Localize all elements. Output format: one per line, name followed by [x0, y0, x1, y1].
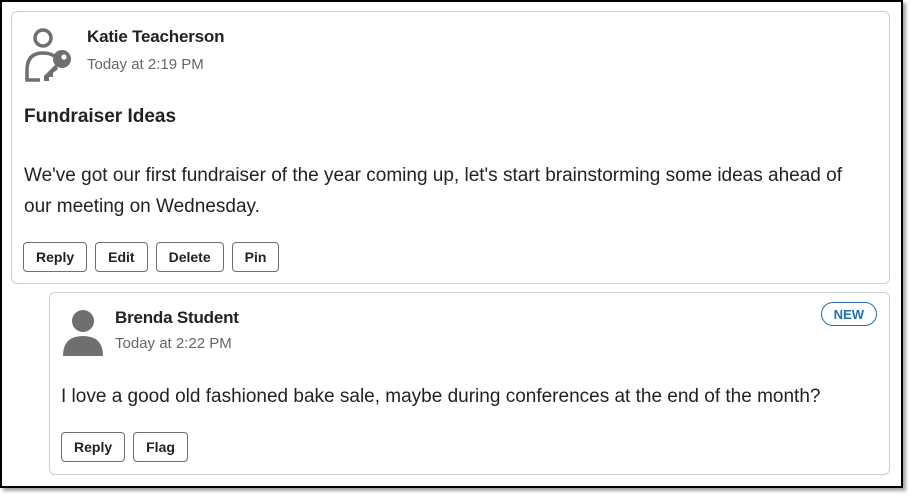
flag-button[interactable]: Flag [133, 432, 188, 462]
person-icon [62, 309, 104, 362]
pin-button[interactable]: Pin [231, 242, 280, 272]
new-badge: NEW [820, 302, 877, 326]
reply-button[interactable]: Reply [23, 242, 88, 272]
reply-to-reply-button[interactable]: Reply [61, 432, 126, 462]
parent-post-card: Katie Teacherson Today at 2:19 PM Fundra… [11, 11, 890, 284]
reply-actions: Reply Flag [61, 432, 188, 462]
post-timestamp: Today at 2:19 PM [87, 56, 204, 73]
reply-timestamp: Today at 2:22 PM [115, 335, 232, 352]
person-key-icon [24, 26, 76, 87]
reply-author: Brenda Student [115, 308, 239, 327]
post-author: Katie Teacherson [87, 27, 225, 46]
edit-button[interactable]: Edit [95, 242, 148, 272]
discussion-thread: Katie Teacherson Today at 2:19 PM Fundra… [0, 0, 903, 488]
post-title: Fundraiser Ideas [24, 106, 177, 127]
reply-body: I love a good old fashioned bake sale, m… [61, 386, 821, 407]
post-actions: Reply Edit Delete Pin [23, 242, 280, 272]
delete-button[interactable]: Delete [155, 242, 224, 272]
post-body: We've got our first fundraiser of the ye… [24, 165, 842, 217]
reply-post-card: Brenda Student Today at 2:22 PM NEW I lo… [49, 292, 890, 475]
